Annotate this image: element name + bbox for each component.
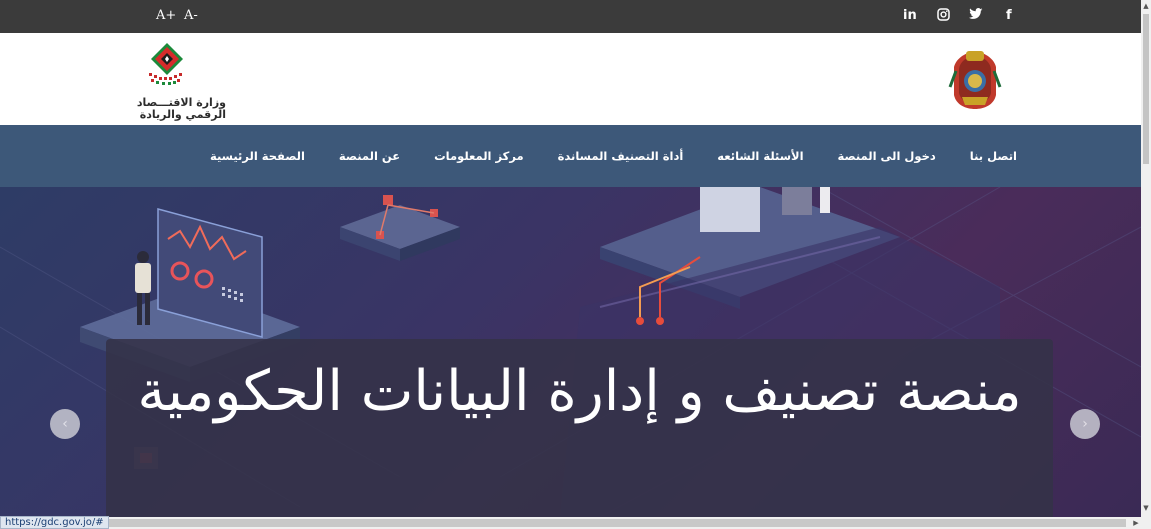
main-navigation: الصفحة الرئيسية عن المنصة مركز المعلومات… (0, 125, 1141, 187)
top-bar: A+ A- in f (0, 0, 1141, 33)
site-header: وزارة الاقتـــصاد الرقمي والريادة (0, 33, 1141, 125)
nav-info-center[interactable]: مركز المعلومات (434, 149, 523, 163)
font-increase-button[interactable]: A+ (156, 8, 176, 23)
twitter-icon[interactable] (969, 8, 983, 24)
instagram-icon[interactable] (937, 8, 950, 25)
scroll-right-icon[interactable]: ▶ (1130, 517, 1142, 529)
font-decrease-button[interactable]: A- (184, 8, 198, 23)
hero-slider: منصة تصنيف و إدارة البيانات الحكومية ‹ › (0, 187, 1141, 517)
coat-of-arms-logo[interactable] (942, 47, 1008, 113)
horizontal-scroll-thumb[interactable] (96, 519, 1126, 527)
nav-home[interactable]: الصفحة الرئيسية (210, 149, 305, 163)
ministry-name: وزارة الاقتـــصاد الرقمي والريادة (120, 97, 226, 121)
horizontal-scrollbar[interactable]: ▶ (0, 517, 1151, 529)
vertical-scrollbar[interactable]: ▲ ▼ (1141, 0, 1151, 517)
ministry-name-line2: الرقمي والريادة (139, 108, 226, 121)
nav-classification-tool[interactable]: أداة التصنيف المساندة (558, 149, 684, 163)
scroll-down-icon[interactable]: ▼ (1141, 504, 1151, 514)
nav-contact[interactable]: اتصل بنا (970, 149, 1017, 163)
hero-caption: منصة تصنيف و إدارة البيانات الحكومية (137, 359, 1022, 424)
nav-faq[interactable]: الأسئلة الشائعه (717, 149, 803, 163)
scroll-up-icon[interactable]: ▲ (1141, 2, 1151, 12)
linkedin-icon[interactable]: in (903, 8, 917, 23)
facebook-icon[interactable]: f (1006, 8, 1012, 23)
slider-next-button[interactable]: › (1070, 409, 1100, 439)
status-bar-url: https://gdc.gov.jo/# (0, 516, 109, 529)
nav-login[interactable]: دخول الى المنصة (838, 149, 936, 163)
slider-prev-button[interactable]: ‹ (50, 409, 80, 439)
vertical-scroll-thumb[interactable] (1143, 14, 1149, 164)
nav-about[interactable]: عن المنصة (339, 149, 400, 163)
